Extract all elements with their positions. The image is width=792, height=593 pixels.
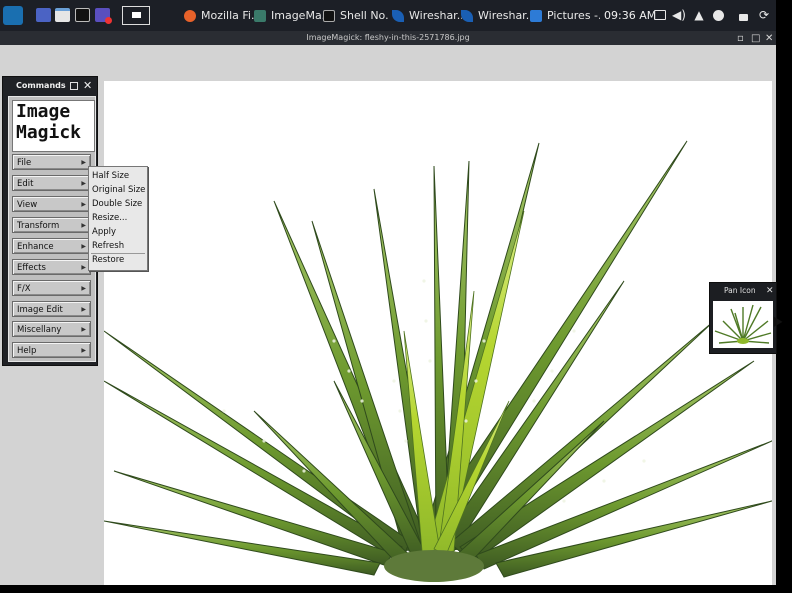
arrow-right-icon: ▶ [81,306,86,313]
task-label: Pictures -... [547,9,600,22]
imagemagick-icon [254,9,266,22]
notifications-icon[interactable]: ▲ [692,8,706,22]
close-icon[interactable]: ✕ [83,77,92,95]
arrow-right-icon: ▶ [81,243,86,250]
terminal-launcher-icon[interactable] [75,8,90,22]
logo-line-2: Magick [16,122,82,143]
terminal-icon [323,9,335,22]
window-title: ImageMagick: fleshy-in-this-2571786.jpg [306,33,470,42]
button-label: Miscellany [17,325,62,335]
volume-icon[interactable]: ◀) [672,8,686,22]
commands-panel: Image Magick File ▶ Edit ▶ View ▶ Transform… [8,96,96,362]
button-label: Enhance [17,242,54,252]
arrow-right-icon: ▶ [81,347,86,354]
maximize-icon[interactable] [70,82,78,90]
arrow-right-icon: ▶ [81,180,86,187]
clock[interactable]: 09:36 AM [604,9,656,22]
menu-item-original-size[interactable]: Original Size [92,185,145,195]
commands-title: Commands [16,81,66,90]
window-titlebar[interactable]: ImageMagick: fleshy-in-this-2571786.jpg … [0,31,776,45]
task-label: Wireshar... [478,9,531,22]
enhance-button[interactable]: Enhance ▶ [12,238,91,254]
image-canvas[interactable] [104,81,772,585]
task-imagemagick[interactable]: ImageMa... [254,6,324,25]
button-label: View [17,200,38,210]
arrow-right-icon: ▶ [81,264,86,271]
folder-icon [530,9,542,22]
close-icon[interactable]: ✕ [766,283,774,299]
wireshark-icon [461,9,473,22]
task-firefox[interactable]: Mozilla Fi... [184,6,254,25]
button-label: Edit [17,179,34,189]
aloe-plant-image [104,140,772,582]
menu-item-double-size[interactable]: Double Size [92,199,142,209]
menu-item-resize[interactable]: Resize... [92,213,127,223]
display-icon[interactable] [653,8,667,22]
button-label: Transform [17,221,60,231]
menu-item-apply[interactable]: Apply [92,227,116,237]
kali-menu-icon[interactable] [3,6,23,25]
arrow-right-icon: ▶ [81,222,86,229]
fx-button[interactable]: F/X ▶ [12,280,91,296]
close-icon[interactable]: ✕ [765,32,773,46]
updates-icon[interactable] [711,8,725,22]
task-label: Mozilla Fi... [201,9,254,22]
button-label: File [17,158,32,168]
task-shell[interactable]: Shell No. 4 [323,6,393,25]
lock-icon[interactable] [736,8,750,22]
commands-widget: Commands ✕ Image Magick File ▶ Edit ▶ View… [2,76,98,366]
commands-titlebar[interactable]: Commands ✕ [3,77,97,95]
file-button[interactable]: File ▶ [12,154,91,170]
pan-icon-title: Pan Icon [724,286,756,295]
logout-icon[interactable]: ⟳ [757,8,771,22]
minimize-icon[interactable]: ▫ [737,32,744,46]
help-button[interactable]: Help ▶ [12,342,91,358]
button-label: F/X [17,284,31,294]
button-label: Effects [17,263,46,273]
arrow-right-icon: ▶ [81,285,86,292]
firefox-icon [184,9,196,22]
workspace-1-icon[interactable] [36,8,51,22]
pan-thumbnail[interactable] [713,301,773,348]
thumbnail-image [714,304,772,344]
view-menu: Half Size Original Size Double Size Resi… [88,166,148,271]
file-manager-icon[interactable] [55,8,70,22]
menu-item-restore[interactable]: Restore [92,255,124,265]
imagemagick-window: ImageMagick: fleshy-in-this-2571786.jpg … [0,31,777,585]
transform-button[interactable]: Transform ▶ [12,217,91,233]
screen-recorder-icon[interactable] [95,8,112,24]
image-edit-button[interactable]: Image Edit ▶ [12,301,91,317]
menu-item-refresh[interactable]: Refresh [92,241,124,251]
pan-icon-window: Pan Icon ✕ [709,282,777,354]
task-pictures[interactable]: Pictures -... [530,6,600,25]
workspace-switcher-icon[interactable] [122,6,150,25]
pan-icon-titlebar[interactable]: Pan Icon ✕ [710,283,776,299]
task-label: Shell No. 4 [340,9,393,22]
maximize-icon[interactable]: □ [751,32,760,46]
task-label: Wireshar... [409,9,462,22]
task-wireshark-1[interactable]: Wireshar... [392,6,462,25]
logo-line-1: Image [16,101,71,122]
top-panel: Mozilla Fi... ImageMa... Shell No. 4 Wir… [0,0,776,31]
imagemagick-logo: Image Magick [12,100,95,152]
arrow-right-icon: ▶ [81,326,86,333]
miscellany-button[interactable]: Miscellany ▶ [12,321,91,337]
edit-button[interactable]: Edit ▶ [12,175,91,191]
button-label: Image Edit [17,305,63,315]
button-label: Help [17,346,37,356]
menu-item-half-size[interactable]: Half Size [92,171,129,181]
view-button[interactable]: View ▶ [12,196,91,212]
task-label: ImageMa... [271,9,324,22]
effects-button[interactable]: Effects ▶ [12,259,91,275]
arrow-right-icon: ▶ [81,201,86,208]
menu-separator [91,253,145,254]
task-wireshark-2[interactable]: Wireshar... [461,6,531,25]
arrow-right-icon: ▶ [81,159,86,166]
wireshark-icon [392,9,404,22]
